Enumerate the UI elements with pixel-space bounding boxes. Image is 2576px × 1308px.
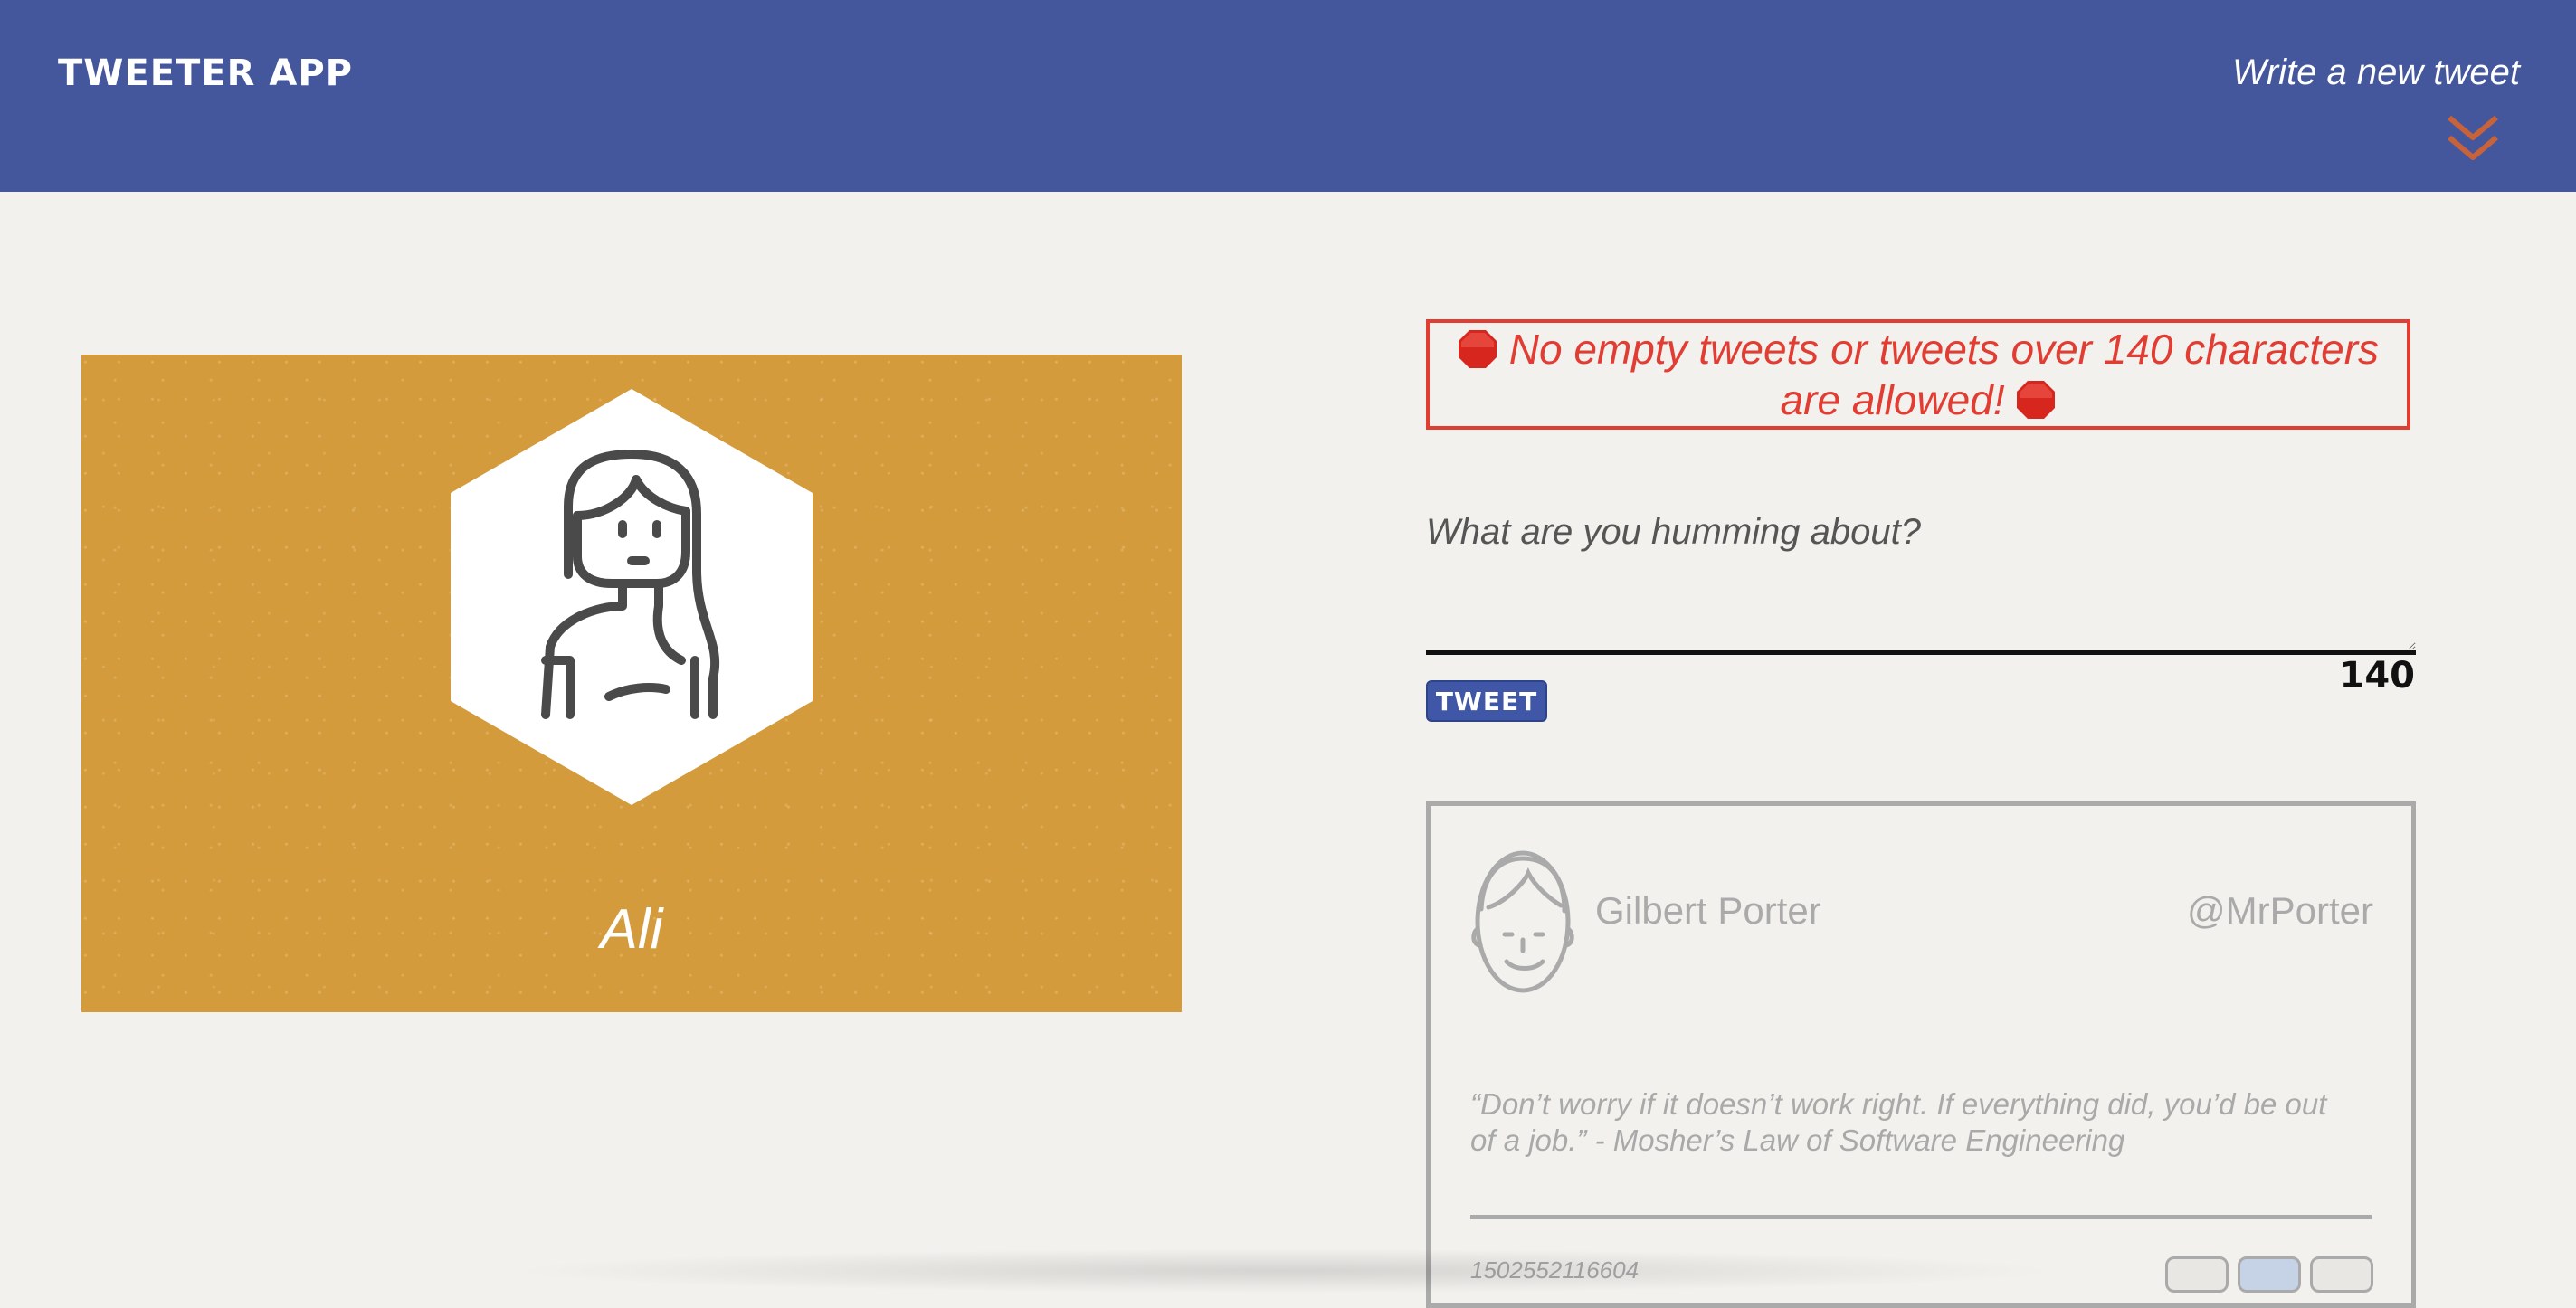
write-new-tweet-toggle[interactable]: Write a new tweet [2232,52,2520,93]
user-profile-card: Ali [81,355,1182,1012]
error-message-text: No empty tweets or tweets over 140 chara… [1508,326,2380,423]
user-avatar-icon [451,389,813,805]
tweet-author-handle[interactable]: @MrPorter [2187,889,2373,933]
bottom-shadow [507,1248,2063,1294]
stop-sign-icon [2017,381,2056,419]
tweet-divider [1470,1215,2372,1219]
tweet-author-name: Gilbert Porter [1595,889,1821,932]
error-message: No empty tweets or tweets over 140 chara… [1446,324,2391,425]
tweet-actions [2165,1256,2373,1293]
tweet-error-alert: No empty tweets or tweets over 140 chara… [1426,319,2410,430]
retweet-icon[interactable] [2238,1256,2301,1293]
stop-sign-icon [1458,330,1497,368]
tweet-author-avatar-icon [1471,850,1574,993]
write-new-tweet-label[interactable]: Write a new tweet [2232,52,2520,93]
tweet-text: “Don’t worry if it doesn’t work right. I… [1470,1087,2327,1157]
app-logo[interactable]: TWEETER APP [58,52,353,94]
flag-icon[interactable] [2165,1256,2229,1293]
tweet-textarea[interactable] [1426,499,2416,655]
tweet-submit-button[interactable]: TWEET [1426,680,1547,722]
tweet-card: Gilbert Porter @MrPorter “Don’t worry if… [1426,801,2416,1308]
double-chevron-down-icon[interactable] [2444,112,2502,165]
profile-name: Ali [600,898,663,961]
character-counter: 140 [2339,655,2416,697]
top-nav-bar: TWEETER APP Write a new tweet [0,0,2576,192]
heart-icon[interactable] [2310,1256,2373,1293]
